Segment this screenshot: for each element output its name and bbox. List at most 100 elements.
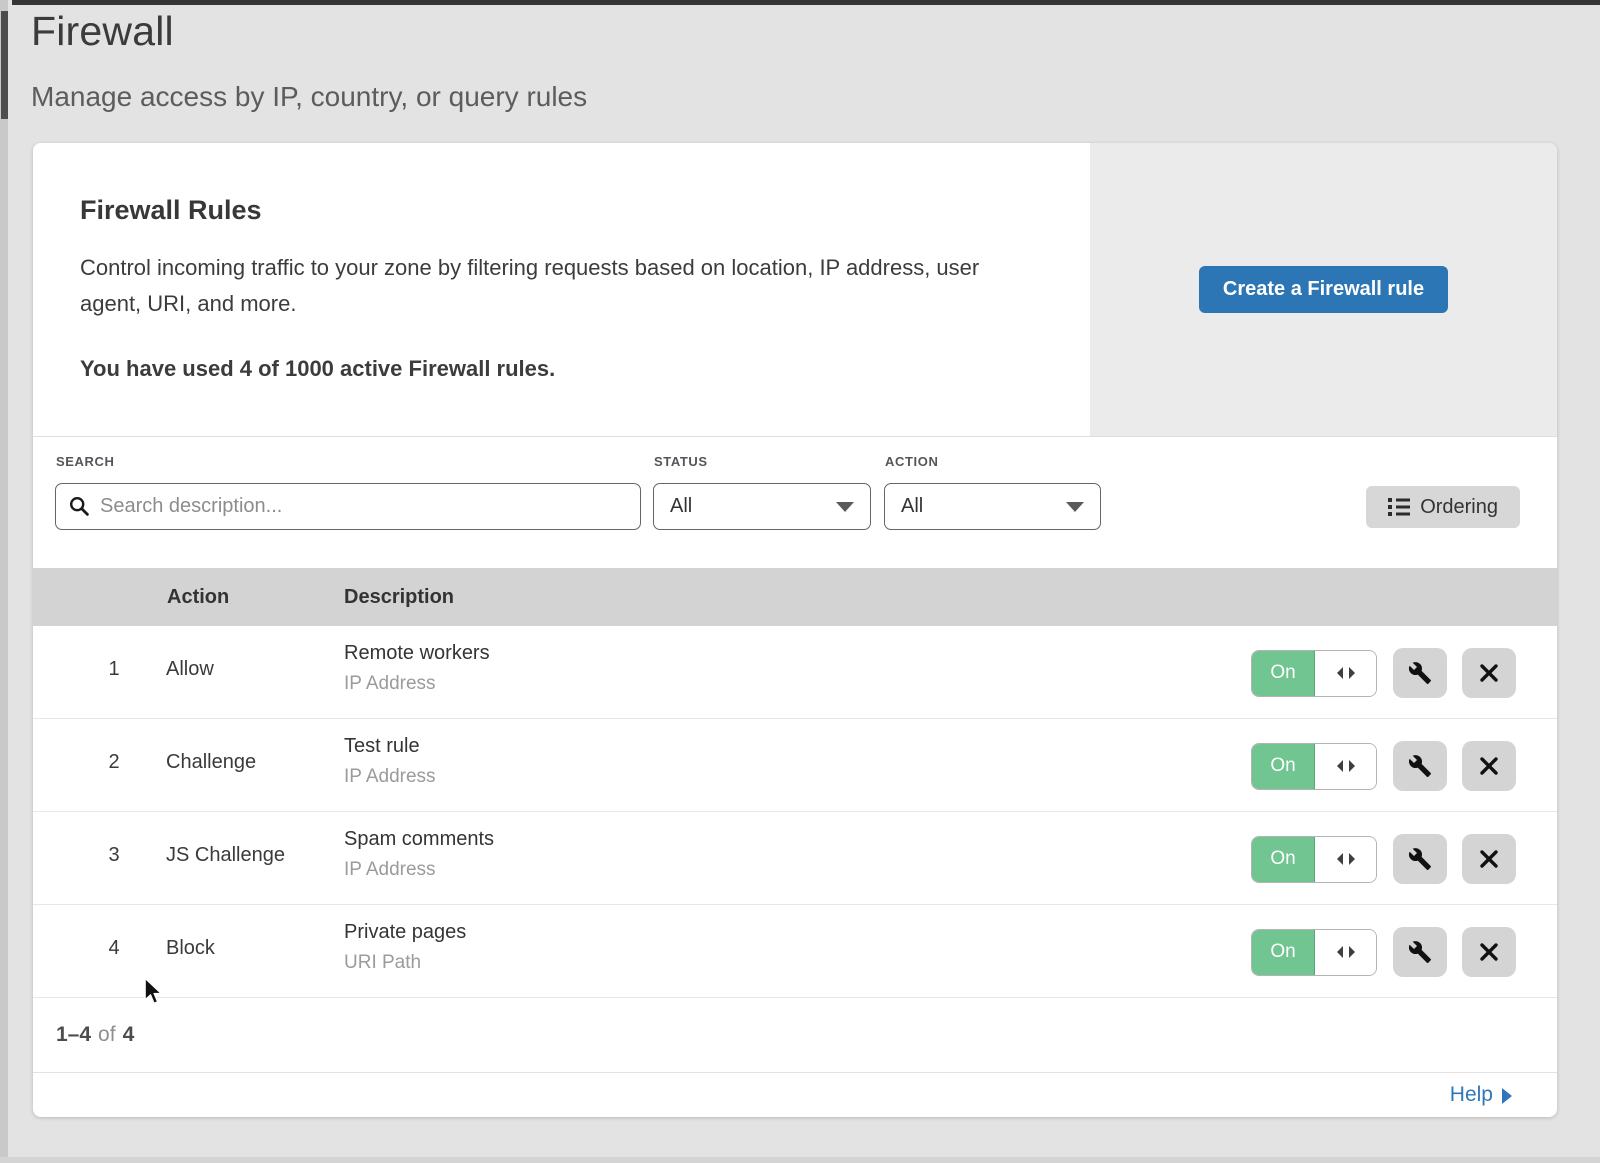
toggle-arrows-icon xyxy=(1335,759,1357,773)
chevron-down-icon xyxy=(1066,502,1084,512)
row-controls: On xyxy=(1251,927,1516,977)
page-header: Firewall Manage access by IP, country, o… xyxy=(31,8,587,113)
help-link[interactable]: Help xyxy=(1450,1083,1512,1107)
column-header-action: Action xyxy=(167,586,229,609)
create-rule-panel: Create a Firewall rule xyxy=(1090,143,1557,436)
rule-description: Private pages URI Path xyxy=(344,921,466,974)
rule-description-title: Remote workers xyxy=(344,642,490,665)
toggle-arrows-icon xyxy=(1335,852,1357,866)
delete-rule-button[interactable] xyxy=(1462,648,1516,698)
rule-match-type: IP Address xyxy=(344,766,436,788)
delete-rule-button[interactable] xyxy=(1462,834,1516,884)
toggle-handle xyxy=(1315,744,1376,789)
close-icon xyxy=(1479,849,1499,869)
search-field-wrap xyxy=(55,483,641,530)
filter-bar: SEARCH STATUS All ACTION All xyxy=(33,437,1557,568)
page-subtitle: Manage access by IP, country, or query r… xyxy=(31,81,587,113)
rule-enabled-toggle[interactable]: On xyxy=(1251,836,1377,883)
pagination-summary: 1–4 of 4 xyxy=(33,998,1557,1072)
rule-enabled-toggle[interactable]: On xyxy=(1251,929,1377,976)
pagination-of-label: of xyxy=(98,1023,116,1047)
rule-description-title: Spam comments xyxy=(344,828,494,851)
wrench-icon xyxy=(1408,940,1432,964)
rule-description: Remote workers IP Address xyxy=(344,642,490,695)
toggle-on-label: On xyxy=(1252,930,1315,975)
page-title: Firewall xyxy=(31,8,587,55)
status-select[interactable]: All xyxy=(653,483,871,530)
search-label: SEARCH xyxy=(56,454,115,469)
wrench-icon xyxy=(1408,661,1432,685)
search-icon xyxy=(69,496,89,516)
rule-priority: 3 xyxy=(101,844,127,867)
pagination-total: 4 xyxy=(123,1023,135,1047)
toggle-on-label: On xyxy=(1252,837,1315,882)
help-link-label: Help xyxy=(1450,1083,1493,1107)
status-label: STATUS xyxy=(654,454,708,469)
close-icon xyxy=(1479,756,1499,776)
close-icon xyxy=(1479,663,1499,683)
toggle-arrows-icon xyxy=(1335,666,1357,680)
ordered-list-icon xyxy=(1388,497,1410,517)
edit-rule-button[interactable] xyxy=(1393,648,1447,698)
rules-info-section: Firewall Rules Control incoming traffic … xyxy=(33,143,1557,437)
action-select[interactable]: All xyxy=(884,483,1101,530)
rule-action: JS Challenge xyxy=(166,844,285,867)
toggle-handle xyxy=(1315,837,1376,882)
rule-match-type: IP Address xyxy=(344,673,490,695)
table-row: 4 Block Private pages URI Path On xyxy=(33,905,1557,998)
table-row: 3 JS Challenge Spam comments IP Address … xyxy=(33,812,1557,905)
row-controls: On xyxy=(1251,834,1516,884)
rules-description: Control incoming traffic to your zone by… xyxy=(80,250,1030,322)
ordering-button-label: Ordering xyxy=(1420,496,1498,519)
create-firewall-rule-button[interactable]: Create a Firewall rule xyxy=(1199,266,1448,313)
wrench-icon xyxy=(1408,754,1432,778)
action-selected-value: All xyxy=(901,495,923,518)
rule-match-type: URI Path xyxy=(344,952,466,974)
rule-enabled-toggle[interactable]: On xyxy=(1251,650,1377,697)
card-footer: Help xyxy=(33,1072,1557,1117)
close-icon xyxy=(1479,942,1499,962)
rule-action: Challenge xyxy=(166,751,256,774)
toggle-handle xyxy=(1315,651,1376,696)
ordering-button[interactable]: Ordering xyxy=(1366,486,1520,528)
rules-info-text: Firewall Rules Control incoming traffic … xyxy=(33,143,1090,436)
caret-right-icon xyxy=(1502,1088,1512,1104)
row-controls: On xyxy=(1251,741,1516,791)
rule-action: Allow xyxy=(166,658,214,681)
toggle-handle xyxy=(1315,930,1376,975)
row-controls: On xyxy=(1251,648,1516,698)
screenshot-top-edge xyxy=(12,0,1600,5)
edit-rule-button[interactable] xyxy=(1393,834,1447,884)
edit-rule-button[interactable] xyxy=(1393,741,1447,791)
rules-usage-count: You have used 4 of 1000 active Firewall … xyxy=(80,356,1030,382)
rule-priority: 1 xyxy=(101,658,127,681)
delete-rule-button[interactable] xyxy=(1462,741,1516,791)
rule-priority: 4 xyxy=(101,937,127,960)
firewall-rules-card: Firewall Rules Control incoming traffic … xyxy=(33,143,1557,1117)
rule-action: Block xyxy=(166,937,215,960)
toggle-on-label: On xyxy=(1252,651,1315,696)
rule-priority: 2 xyxy=(101,751,127,774)
table-row: 2 Challenge Test rule IP Address On xyxy=(33,719,1557,812)
toggle-arrows-icon xyxy=(1335,945,1357,959)
action-label: ACTION xyxy=(885,454,938,469)
table-row: 1 Allow Remote workers IP Address On xyxy=(33,626,1557,719)
delete-rule-button[interactable] xyxy=(1462,927,1516,977)
rule-description-title: Private pages xyxy=(344,921,466,944)
rule-match-type: IP Address xyxy=(344,859,494,881)
search-input[interactable] xyxy=(55,483,641,530)
table-header: Action Description xyxy=(33,568,1557,626)
rule-description: Spam comments IP Address xyxy=(344,828,494,881)
screenshot-bottom-edge xyxy=(0,1157,1600,1163)
screenshot-left-edge xyxy=(0,0,8,1163)
rule-enabled-toggle[interactable]: On xyxy=(1251,743,1377,790)
pagination-range: 1–4 xyxy=(56,1023,91,1047)
rule-description: Test rule IP Address xyxy=(344,735,436,788)
toggle-on-label: On xyxy=(1252,744,1315,789)
edit-rule-button[interactable] xyxy=(1393,927,1447,977)
status-selected-value: All xyxy=(670,495,692,518)
rule-description-title: Test rule xyxy=(344,735,436,758)
screenshot-left-edge-dark xyxy=(1,11,8,119)
wrench-icon xyxy=(1408,847,1432,871)
rules-heading: Firewall Rules xyxy=(80,195,1030,226)
